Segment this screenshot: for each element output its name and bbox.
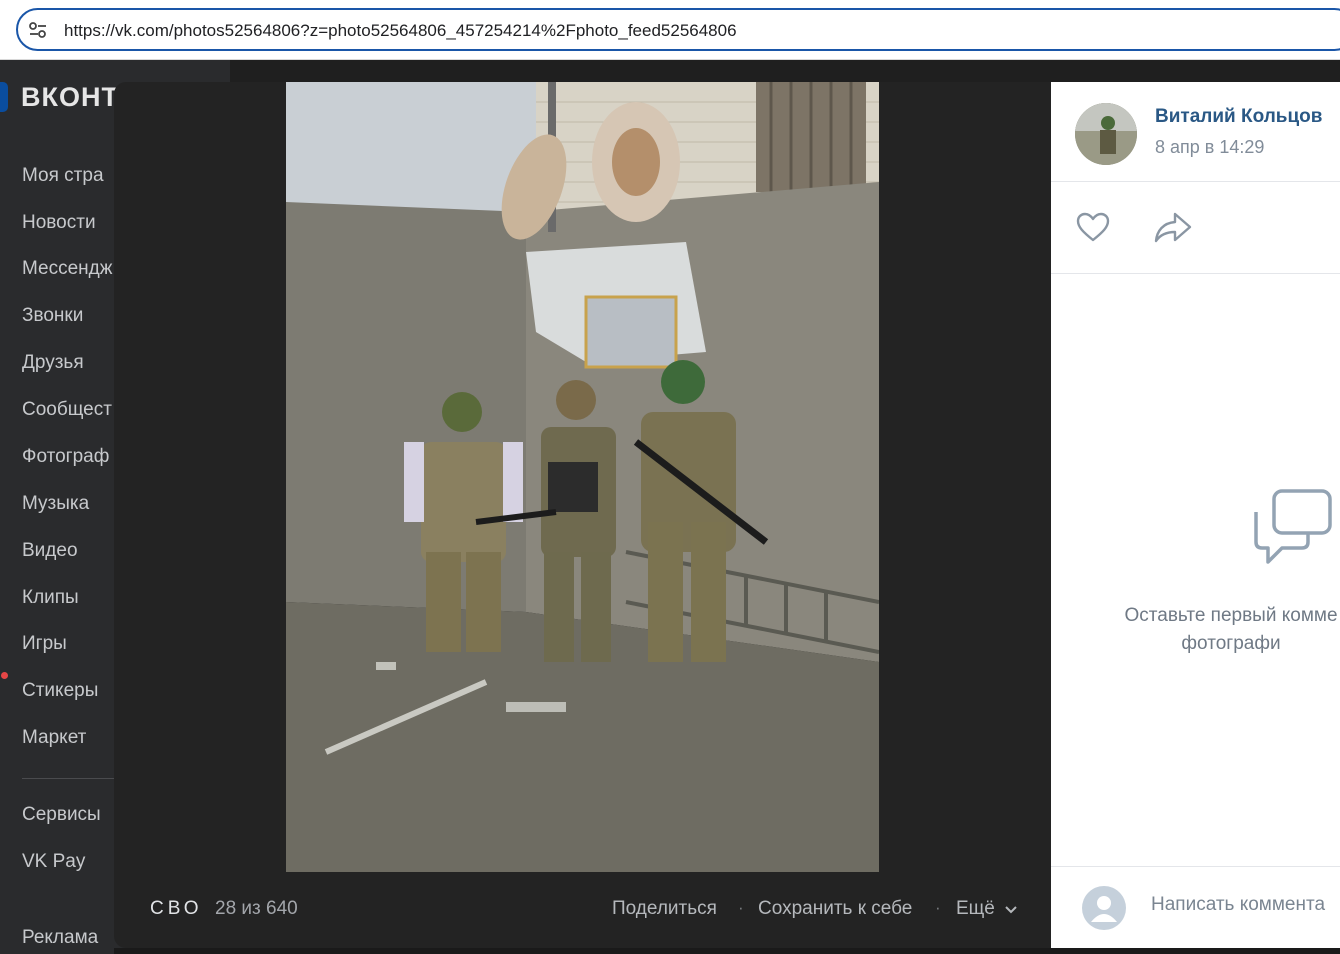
sidebar-item-my-page[interactable]: Моя стра — [22, 165, 104, 187]
sidebar-item-market[interactable]: Маркет — [22, 727, 86, 749]
sidebar-item-stickers[interactable]: Стикеры — [22, 680, 98, 702]
empty-comments-line-2: фотографи — [1181, 633, 1281, 654]
sidebar-item-friends[interactable]: Друзья — [22, 352, 84, 374]
address-bar[interactable]: https://vk.com/photos52564806?z=photo525… — [16, 8, 1340, 51]
empty-comments-line-1: Оставьте первый комме — [1124, 605, 1338, 626]
bottom-strip — [114, 948, 1340, 954]
sidebar-item-news[interactable]: Новости — [22, 212, 96, 234]
share-arrow-icon[interactable] — [1153, 210, 1193, 244]
sidebar-item-vk-pay[interactable]: VK Pay — [22, 851, 85, 873]
sidebar-item-communities[interactable]: Сообщест — [22, 399, 112, 421]
photo-image[interactable] — [286, 82, 879, 872]
album-title[interactable]: СВО — [150, 898, 203, 920]
sidebar-item-games[interactable]: Игры — [22, 633, 67, 655]
post-date[interactable]: 8 апр в 14:29 — [1155, 137, 1264, 158]
panel-divider — [1051, 181, 1340, 182]
photo-illustration — [286, 82, 879, 872]
author-avatar[interactable] — [1075, 103, 1137, 165]
sidebar-item-music[interactable]: Музыка — [22, 493, 89, 515]
photo-counter: 28 из 640 — [215, 898, 298, 919]
separator-dot: · — [738, 898, 744, 917]
user-placeholder-icon — [1082, 886, 1126, 930]
empty-comments-text: Оставьте первый комме фотографи — [1051, 602, 1340, 658]
sidebar-divider — [22, 778, 122, 779]
heart-icon[interactable] — [1075, 211, 1111, 243]
vk-logo-text[interactable]: ВКОНТ — [21, 82, 119, 113]
panel-divider — [1051, 273, 1340, 274]
sidebar-item-video[interactable]: Видео — [22, 540, 78, 562]
separator-dot: · — [935, 898, 941, 917]
browser-toolbar: https://vk.com/photos52564806?z=photo525… — [0, 0, 1340, 60]
vk-logo-icon[interactable] — [0, 82, 8, 112]
sidebar-item-clips[interactable]: Клипы — [22, 587, 79, 609]
comment-input[interactable]: Написать коммента — [1151, 894, 1325, 916]
more-label: Ещё — [956, 898, 995, 919]
panel-divider — [1051, 866, 1340, 867]
notification-dot — [1, 672, 8, 679]
sidebar-item-calls[interactable]: Звонки — [22, 305, 83, 327]
sidebar-item-photos[interactable]: Фотограф — [22, 446, 109, 468]
avatar-image — [1075, 103, 1137, 165]
url-text[interactable]: https://vk.com/photos52564806?z=photo525… — [64, 21, 737, 41]
comments-bubble-icon — [1254, 489, 1332, 564]
sidebar-item-messenger[interactable]: Мессендж — [22, 258, 112, 280]
more-action[interactable]: Ещё — [956, 898, 1018, 920]
save-action[interactable]: Сохранить к себе — [758, 898, 912, 920]
settings-sliders-icon[interactable] — [28, 21, 48, 39]
sidebar-item-ads[interactable]: Реклама — [22, 927, 98, 949]
chevron-down-icon — [1005, 906, 1017, 914]
author-name[interactable]: Виталий Кольцов — [1155, 106, 1322, 128]
share-action[interactable]: Поделиться — [612, 898, 717, 920]
sidebar-item-services[interactable]: Сервисы — [22, 804, 101, 826]
